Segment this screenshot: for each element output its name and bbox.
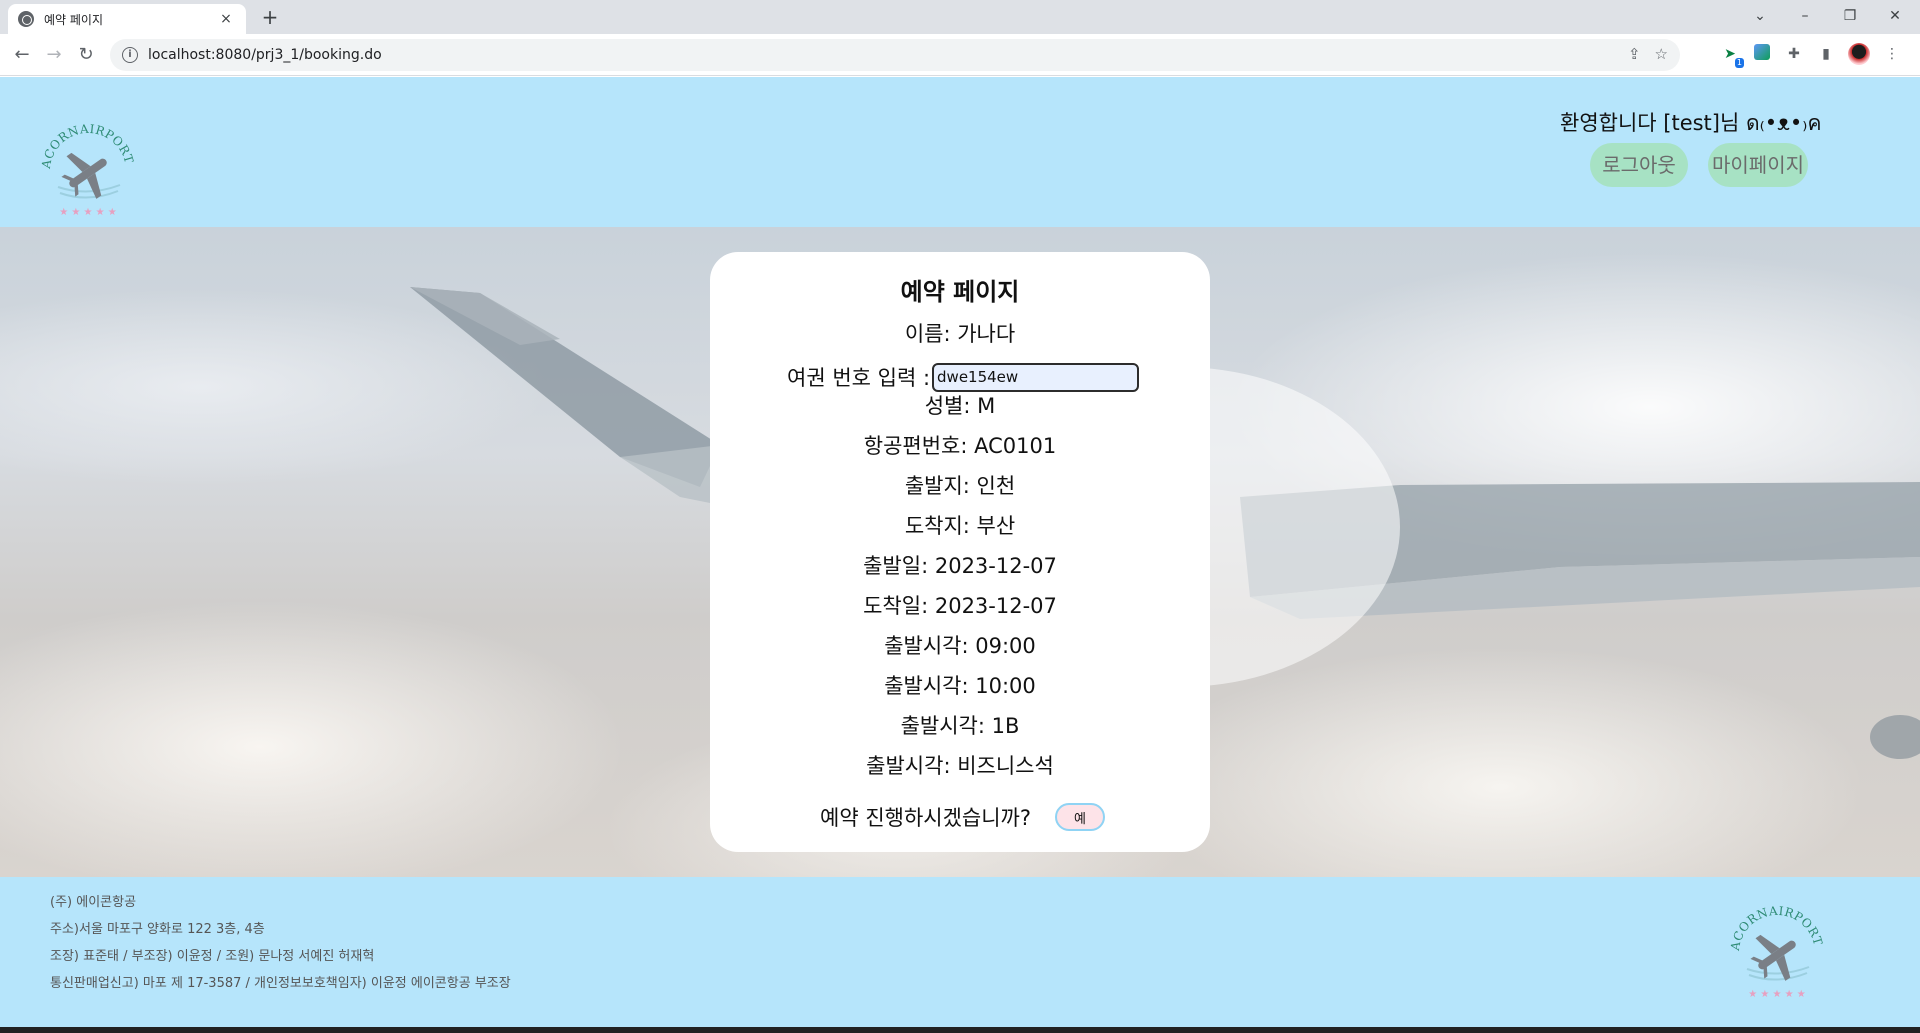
booking-title: 예약 페이지 <box>900 278 1020 306</box>
address-bar[interactable]: i localhost:8080/prj3_1/booking.do ⇪ ☆ <box>110 39 1680 71</box>
back-arrow-icon[interactable]: ← <box>10 43 34 67</box>
booking-card: 예약 페이지 이름가나다 여권 번호 입력 : 성별M 항공편번호AC0101 … <box>710 252 1210 852</box>
browser-tabstrip: 예약 페이지 × + ⌄ – ❐ ✕ <box>0 0 1920 34</box>
page-bottom-border <box>0 1027 1920 1033</box>
footer-logo: ACORNAIRPORT ★ ★ ★ ★ ★ <box>1725 897 1829 1001</box>
tab-title: 예약 페이지 <box>44 12 104 27</box>
gender-row: 성별M <box>710 390 1210 420</box>
svg-text:★ ★ ★ ★ ★: ★ ★ ★ ★ ★ <box>59 207 117 218</box>
close-window-button[interactable]: ✕ <box>1875 4 1915 28</box>
arrival-date-label: 도착일 <box>863 594 935 618</box>
arrival-place-row: 도착지부산 <box>710 510 1210 540</box>
logout-button[interactable]: 로그아웃 <box>1590 143 1688 187</box>
forward-arrow-icon[interactable]: → <box>42 43 66 67</box>
name-label: 이름 <box>905 322 957 346</box>
send-extension-icon[interactable]: ➤ <box>1720 44 1744 68</box>
arrival-time-label: 출발시각 <box>884 674 975 698</box>
arrival-place-value: 부산 <box>976 514 1016 538</box>
name-row: 이름가나다 <box>710 318 1210 348</box>
site-footer: (주) 에이콘항공 주소)서울 마포구 양화로 122 3층, 4층 조장) 표… <box>0 877 1920 1027</box>
new-tab-button[interactable]: + <box>258 5 282 29</box>
footer-address: 주소)서울 마포구 양화로 122 3층, 4층 <box>50 922 265 937</box>
departure-date-value: 2023-12-07 <box>934 554 1057 578</box>
seat-row: 출발시각1B <box>710 710 1210 740</box>
footer-members: 조장) 표준태 / 부조장) 이윤정 / 조원) 문나정 서예진 허재혁 <box>50 949 375 964</box>
seat-value: 1B <box>991 714 1020 738</box>
arrival-time-value: 10:00 <box>975 674 1036 698</box>
svg-text:ACORNAIRPORT: ACORNAIRPORT <box>39 122 136 171</box>
welcome-message: 환영합니다 [test]님 ด₍•ᴥ•₎ค <box>1560 111 1822 135</box>
tab-search-icon[interactable]: ⌄ <box>1740 4 1780 28</box>
page: ACORNAIRPORT ★ ★ ★ ★ ★ 환영합니다 [test]님 ด₍•… <box>0 77 1920 1033</box>
footer-registration: 통신판매업신고) 마포 제 17-3587 / 개인정보보호책임자) 이윤정 에… <box>50 976 511 991</box>
departure-time-value: 09:00 <box>975 634 1036 658</box>
passport-input[interactable] <box>932 362 1140 392</box>
arrival-date-value: 2023-12-07 <box>934 594 1057 618</box>
minimize-button[interactable]: – <box>1785 4 1825 28</box>
gender-value: M <box>977 394 996 418</box>
arrival-time-row: 출발시각10:00 <box>710 670 1210 700</box>
departure-time-label: 출발시각 <box>884 634 975 658</box>
kebab-menu-icon[interactable]: ⋮ <box>1882 44 1902 64</box>
profile-avatar[interactable] <box>1848 43 1870 65</box>
svg-text:ACORNAIRPORT: ACORNAIRPORT <box>1728 904 1825 953</box>
site-header: ACORNAIRPORT ★ ★ ★ ★ ★ 환영합니다 [test]님 ด₍•… <box>0 77 1920 227</box>
gender-label: 성별 <box>925 394 977 418</box>
confirm-yes-button[interactable]: 예 <box>1055 803 1106 831</box>
browser-toolbar: ← → ↻ i localhost:8080/prj3_1/booking.do… <box>0 34 1920 76</box>
name-value: 가나다 <box>957 322 1016 346</box>
departure-place-row: 출발지인천 <box>710 470 1210 500</box>
departure-place-value: 인천 <box>976 474 1016 498</box>
arrival-place-label: 도착지 <box>905 514 977 538</box>
puzzle-extensions-icon[interactable]: ✚ <box>1784 44 1804 64</box>
reload-icon[interactable]: ↻ <box>74 43 98 67</box>
departure-time-row: 출발시각09:00 <box>710 630 1210 660</box>
svg-text:★ ★ ★ ★ ★: ★ ★ ★ ★ ★ <box>1748 989 1806 1000</box>
class-label: 출발시각 <box>866 754 957 778</box>
hero-background: 예약 페이지 이름가나다 여권 번호 입력 : 성별M 항공편번호AC0101 … <box>0 227 1920 877</box>
confirm-row: 예약 진행하시겠습니까? 예 <box>820 802 1106 832</box>
browser-tab[interactable]: 예약 페이지 × <box>8 4 246 34</box>
flight-label: 항공편번호 <box>864 434 974 458</box>
departure-place-label: 출발지 <box>905 474 977 498</box>
bookmark-star-icon[interactable]: ☆ <box>1655 45 1668 63</box>
footer-company: (주) 에이콘항공 <box>50 895 137 910</box>
arrival-date-row: 도착일2023-12-07 <box>710 590 1210 620</box>
info-icon[interactable]: i <box>122 47 138 63</box>
extension-square-icon[interactable] <box>1752 44 1772 64</box>
passport-label: 여권 번호 입력 : <box>787 366 931 390</box>
confirm-question: 예약 진행하시겠습니까? <box>820 806 1032 830</box>
passport-row: 여권 번호 입력 : <box>787 362 1140 392</box>
mypage-button[interactable]: 마이페이지 <box>1708 143 1808 187</box>
class-value: 비즈니스석 <box>957 754 1054 778</box>
flight-row: 항공편번호AC0101 <box>710 430 1210 460</box>
acornairport-logo[interactable]: ACORNAIRPORT ★ ★ ★ ★ ★ <box>36 115 140 219</box>
departure-date-label: 출발일 <box>863 554 935 578</box>
seat-label: 출발시각 <box>901 714 992 738</box>
side-panel-icon[interactable]: ▮ <box>1816 44 1836 64</box>
globe-icon <box>18 11 34 27</box>
tab-close-icon[interactable]: × <box>216 11 236 27</box>
url-text[interactable]: localhost:8080/prj3_1/booking.do <box>148 47 382 63</box>
departure-date-row: 출발일2023-12-07 <box>710 550 1210 580</box>
share-icon[interactable]: ⇪ <box>1628 45 1641 63</box>
flight-value: AC0101 <box>974 434 1057 458</box>
class-row: 출발시각비즈니스석 <box>710 750 1210 780</box>
restore-button[interactable]: ❐ <box>1830 4 1870 28</box>
